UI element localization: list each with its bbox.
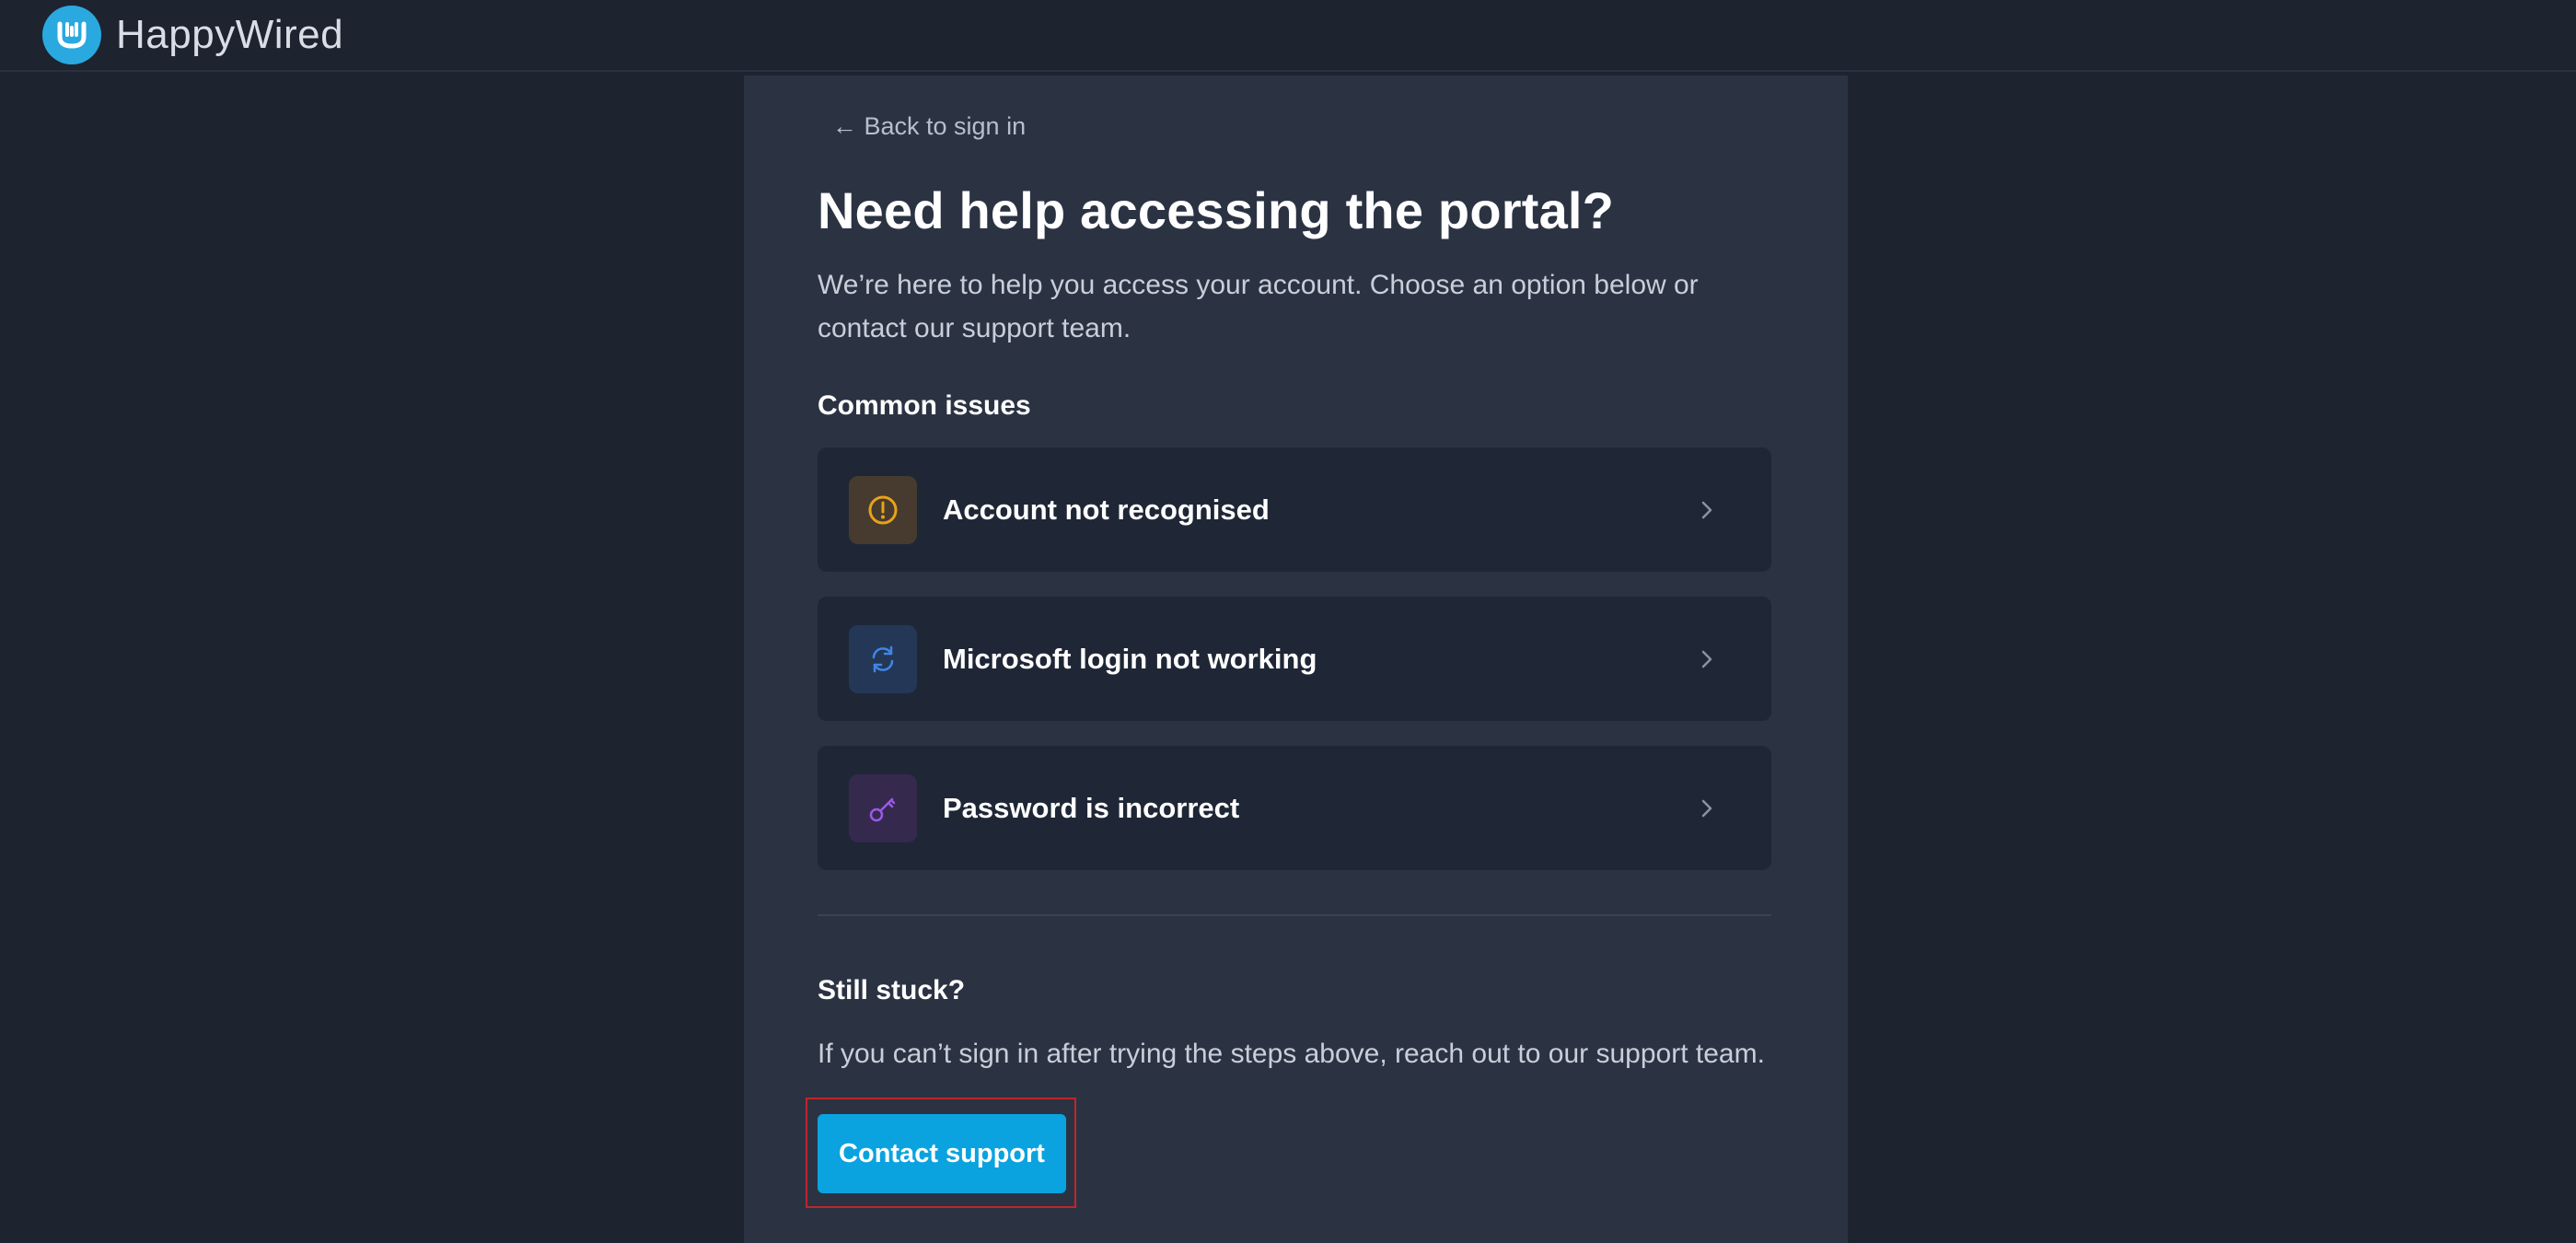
contact-support-button[interactable]: Contact support bbox=[818, 1114, 1066, 1193]
still-stuck-heading: Still stuck? bbox=[818, 975, 966, 1005]
chevron-right-icon bbox=[1679, 648, 1735, 670]
key-icon bbox=[849, 773, 917, 842]
help-panel: ← Back to sign in Need help accessing th… bbox=[744, 76, 1848, 1243]
intro-text: We’re here to help you access your accou… bbox=[818, 270, 1699, 343]
issue-label: Password is incorrect bbox=[943, 791, 1240, 824]
happywired-logo-icon bbox=[42, 6, 101, 64]
chevron-right-icon bbox=[1679, 797, 1735, 819]
top-bar: HappyWired bbox=[0, 0, 2576, 72]
alert-circle-icon bbox=[849, 475, 917, 544]
issue-label: Microsoft login not working bbox=[943, 642, 1317, 675]
back-to-sign-in-link[interactable]: ← Back to sign in bbox=[832, 112, 1026, 141]
chevron-right-icon bbox=[1679, 499, 1735, 521]
refresh-icon bbox=[849, 624, 917, 693]
common-issues-heading: Common issues bbox=[818, 390, 1031, 421]
still-stuck-text: If you can’t sign in after trying the st… bbox=[818, 1039, 1765, 1069]
issue-account-not-recognised[interactable]: Account not recognised bbox=[818, 447, 1771, 572]
brand-name: HappyWired bbox=[116, 12, 344, 57]
issue-password-is-incorrect[interactable]: Password is incorrect bbox=[818, 746, 1771, 870]
issue-label: Account not recognised bbox=[943, 493, 1270, 526]
page-title: Need help accessing the portal? bbox=[818, 181, 1615, 239]
section-divider bbox=[818, 914, 1771, 916]
issue-microsoft-login-not-working[interactable]: Microsoft login not working bbox=[818, 597, 1771, 721]
